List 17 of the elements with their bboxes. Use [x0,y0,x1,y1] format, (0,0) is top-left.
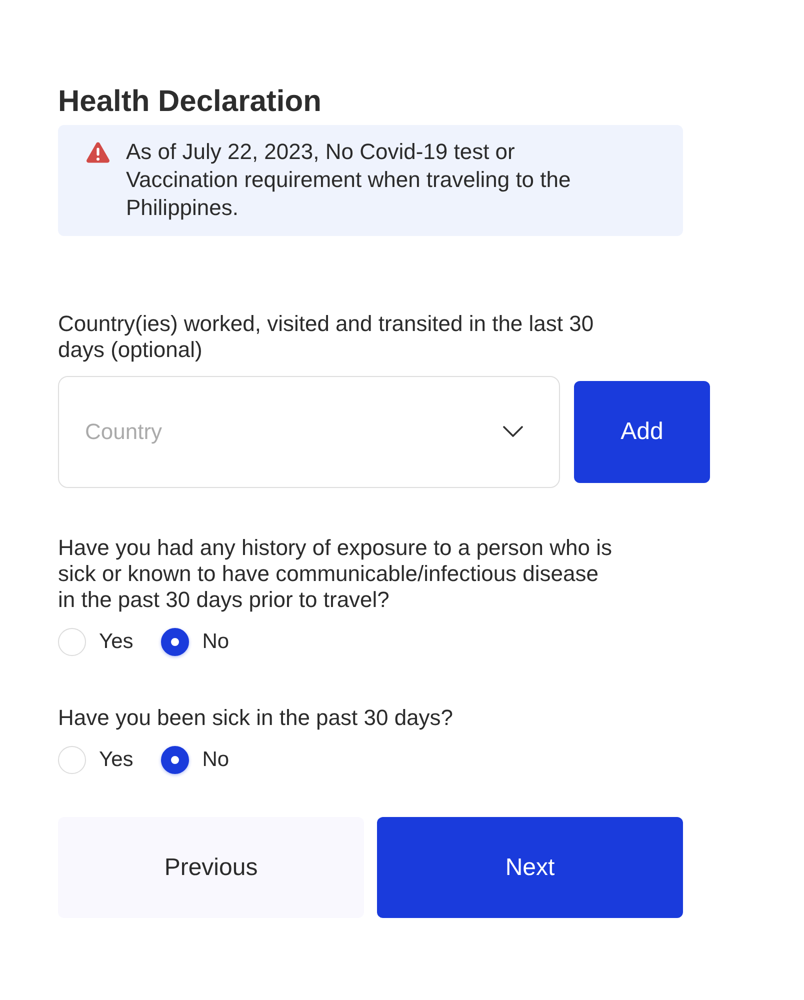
question-text: Have you been sick in the past 30 days? [58,705,454,731]
page-title: Health Declaration [58,84,322,120]
option-label[interactable]: No [202,629,230,655]
add-button[interactable]: Add [574,381,710,483]
option-label[interactable]: Yes [99,747,134,773]
option-label[interactable]: No [202,747,230,773]
radio-button[interactable] [161,628,190,656]
field-label: Country(ies) worked, visited and transited in the last 30 days (optional) [58,311,595,363]
question-text: Have you had any history of exposure to a person who is sick or known to have communicable/infectious disease in the past 30 days prior to travel? [58,535,613,613]
country-select[interactable]: Country [58,376,560,488]
notice-text: As of July 22, 2023, No Covid-19 test or Vaccination requirement when traveling to the Philippines. [126,138,572,222]
next-button[interactable]: Next [377,817,683,918]
previous-button[interactable]: Previous [58,817,364,918]
chevron-down-icon [503,426,523,437]
warning-icon [86,142,110,163]
radio-button[interactable] [161,746,190,774]
option-label[interactable]: Yes [99,629,134,655]
